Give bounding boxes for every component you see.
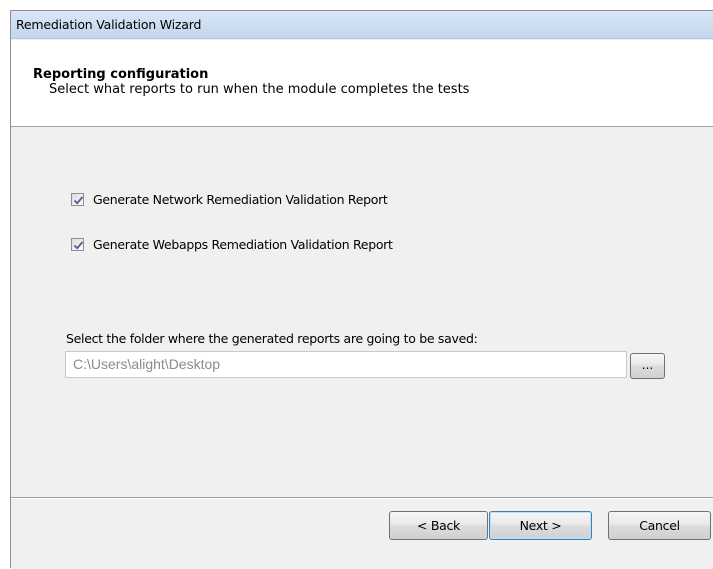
folder-path-input[interactable]: C:\Users\alight\Desktop (65, 351, 627, 378)
browse-folder-button[interactable]: ... (630, 353, 665, 379)
network-report-checkbox[interactable] (71, 192, 84, 206)
back-button[interactable]: < Back (389, 511, 488, 540)
folder-label: Select the folder where the generated re… (66, 331, 478, 346)
wizard-footer: < Back Next > Cancel (11, 499, 713, 569)
webapps-report-label: Generate Webapps Remediation Validation … (93, 236, 393, 252)
page-heading: Reporting configuration (33, 67, 209, 82)
checkmark-icon (73, 240, 84, 250)
webapps-report-checkbox[interactable] (71, 237, 84, 251)
checkmark-icon (73, 195, 84, 205)
wizard-content: Generate Network Remediation Validation … (11, 128, 713, 493)
next-button[interactable]: Next > (489, 511, 592, 540)
network-report-option[interactable]: Generate Network Remediation Validation … (71, 191, 388, 207)
page-subheading: Select what reports to run when the modu… (49, 82, 470, 97)
window-title: Remediation Validation Wizard (16, 17, 202, 32)
cancel-button[interactable]: Cancel (608, 511, 711, 540)
wizard-window: Remediation Validation Wizard Reporting … (10, 10, 713, 569)
network-report-label: Generate Network Remediation Validation … (93, 191, 388, 207)
title-bar[interactable]: Remediation Validation Wizard (11, 11, 713, 39)
webapps-report-option[interactable]: Generate Webapps Remediation Validation … (71, 236, 393, 252)
wizard-header: Reporting configuration Select what repo… (11, 40, 713, 127)
